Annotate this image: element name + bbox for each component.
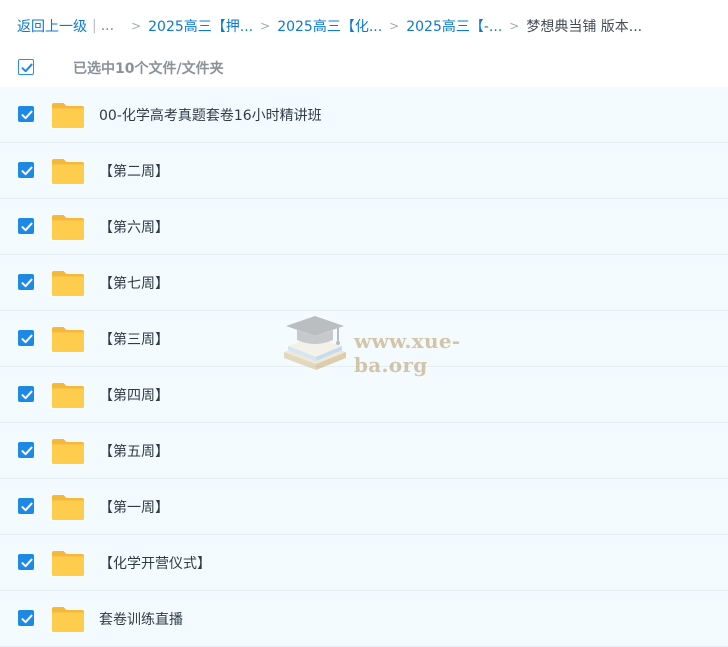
check-icon: [21, 390, 33, 400]
file-name[interactable]: 【第四周】: [99, 385, 169, 405]
file-name[interactable]: 【第六周】: [99, 217, 169, 237]
folder-icon: [52, 383, 84, 408]
selection-count: 已选中10个文件/文件夹: [73, 61, 224, 77]
check-icon: [21, 558, 33, 568]
check-icon: [21, 222, 33, 232]
breadcrumb-item-3[interactable]: 2025高三【-...: [406, 16, 502, 36]
check-icon: [21, 63, 33, 73]
row-checkbox[interactable]: [18, 274, 34, 290]
watermark-text: www.xue-ba.org: [354, 329, 461, 377]
breadcrumb-pipe: |: [92, 18, 97, 34]
folder-icon: [52, 215, 84, 240]
check-icon: [21, 502, 33, 512]
row-checkbox[interactable]: [18, 498, 34, 514]
row-checkbox[interactable]: [18, 330, 34, 346]
row-checkbox[interactable]: [18, 106, 34, 122]
breadcrumb: 返回上一级 | ... > 2025高三【押... > 2025高三【化... …: [17, 14, 642, 38]
breadcrumb-item-1[interactable]: 2025高三【押...: [148, 16, 253, 36]
breadcrumb-ellipsis[interactable]: ...: [101, 18, 114, 34]
row-checkbox[interactable]: [18, 554, 34, 570]
breadcrumb-item-2[interactable]: 2025高三【化...: [277, 16, 382, 36]
file-name[interactable]: 【第一周】: [99, 497, 169, 517]
row-checkbox[interactable]: [18, 610, 34, 626]
check-icon: [21, 166, 33, 176]
folder-icon: [52, 159, 84, 184]
breadcrumb-separator: >: [389, 19, 400, 33]
folder-icon: [52, 271, 84, 296]
check-icon: [21, 278, 33, 288]
file-row[interactable]: 【第六周】: [0, 199, 728, 255]
file-name[interactable]: 套卷训练直播: [99, 609, 183, 629]
file-name[interactable]: 00-化学高考真题套卷16小时精讲班: [99, 105, 322, 125]
folder-icon: [52, 103, 84, 128]
file-row[interactable]: 00-化学高考真题套卷16小时精讲班: [0, 87, 728, 143]
check-icon: [21, 614, 33, 624]
file-row[interactable]: 套卷训练直播: [0, 591, 728, 647]
breadcrumb-separator: >: [131, 19, 142, 33]
file-name[interactable]: 【化学开营仪式】: [99, 553, 211, 573]
row-checkbox[interactable]: [18, 218, 34, 234]
breadcrumb-current: 梦想典当铺 版本...: [526, 19, 643, 35]
back-link[interactable]: 返回上一级: [17, 16, 87, 36]
select-all-checkbox[interactable]: [18, 59, 34, 75]
file-name[interactable]: 【第二周】: [99, 161, 169, 181]
breadcrumb-separator: >: [260, 19, 271, 33]
file-name[interactable]: 【第七周】: [99, 273, 169, 293]
file-name[interactable]: 【第五周】: [99, 441, 169, 461]
row-checkbox[interactable]: [18, 442, 34, 458]
row-checkbox[interactable]: [18, 162, 34, 178]
folder-icon: [52, 495, 84, 520]
folder-icon: [52, 607, 84, 632]
check-icon: [21, 334, 33, 344]
row-checkbox[interactable]: [18, 386, 34, 402]
file-row[interactable]: 【第二周】: [0, 143, 728, 199]
file-row[interactable]: 【第七周】: [0, 255, 728, 311]
selection-bar: 已选中10个文件/文件夹: [0, 48, 728, 86]
graduation-cap-icon: [284, 316, 346, 370]
folder-icon: [52, 551, 84, 576]
file-name[interactable]: 【第三周】: [99, 329, 169, 349]
file-row[interactable]: 【第五周】: [0, 423, 728, 479]
check-icon: [21, 446, 33, 456]
breadcrumb-separator: >: [509, 19, 520, 33]
folder-icon: [52, 439, 84, 464]
check-icon: [21, 110, 33, 120]
folder-icon: [52, 327, 84, 352]
file-row[interactable]: 【化学开营仪式】: [0, 535, 728, 591]
watermark: www.xue-ba.org: [280, 312, 520, 377]
file-row[interactable]: 【第一周】: [0, 479, 728, 535]
